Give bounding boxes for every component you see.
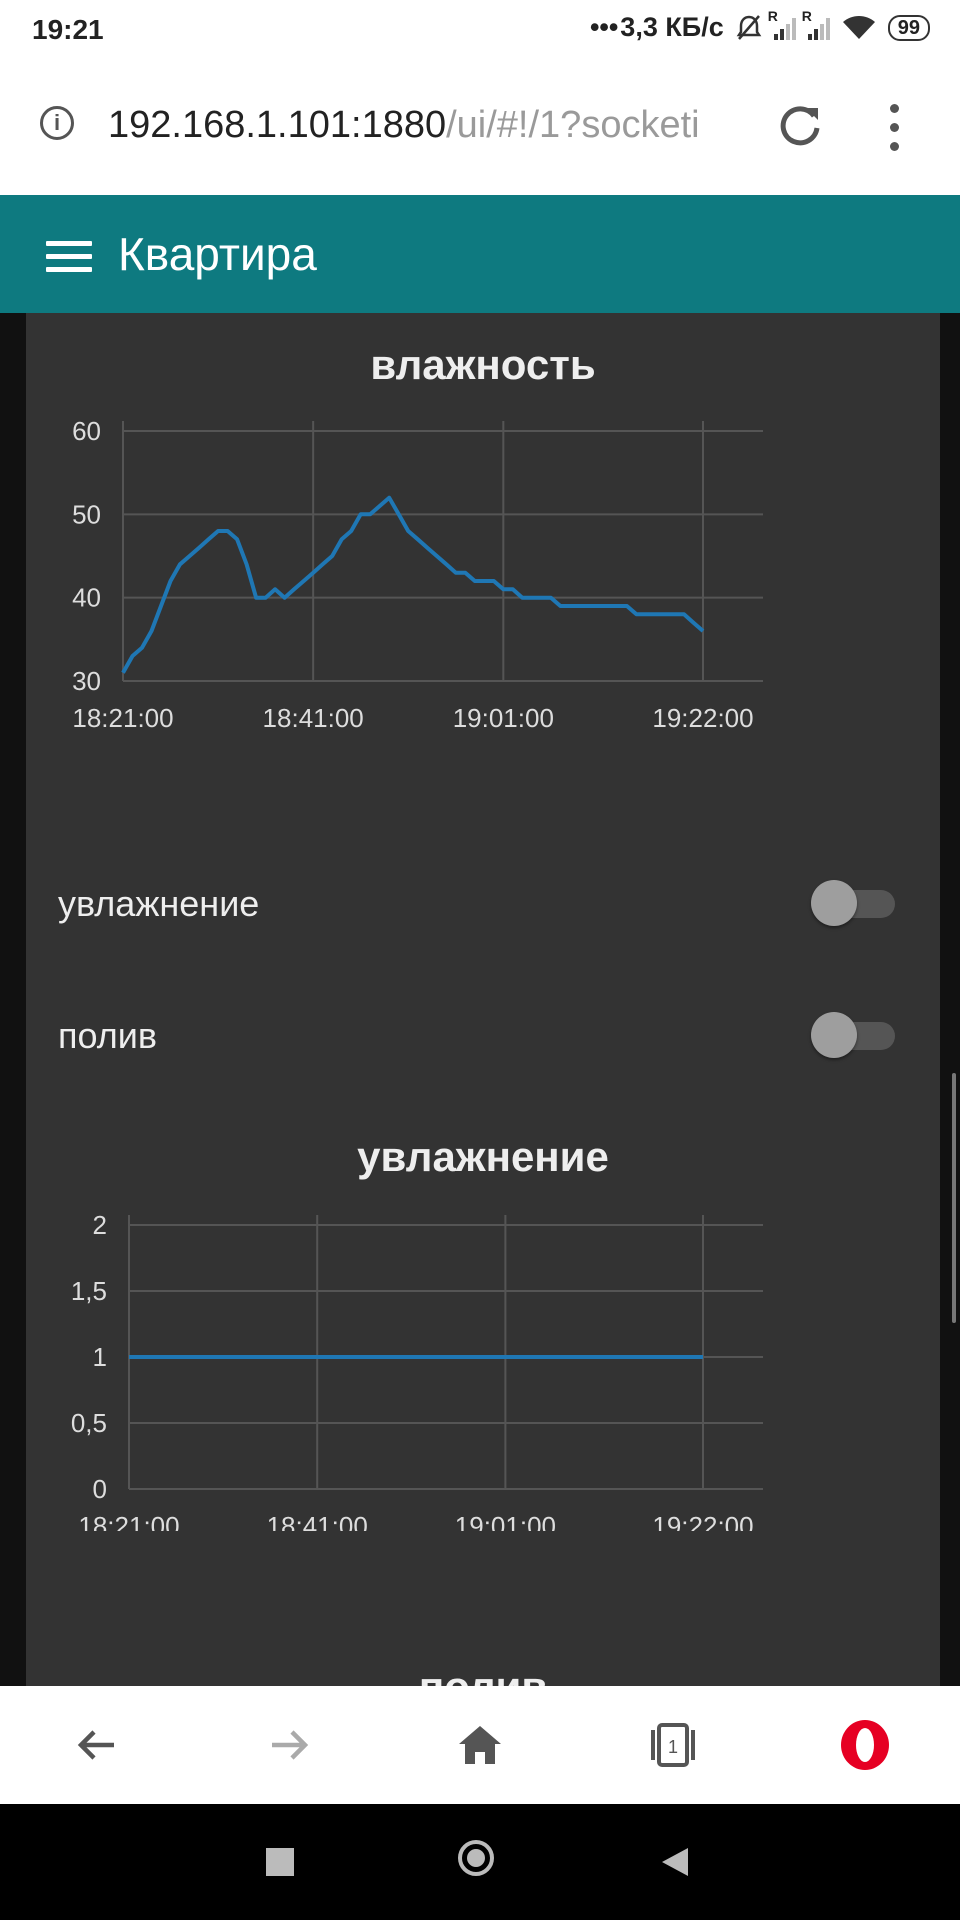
battery-icon: 99 bbox=[887, 14, 930, 41]
scrollbar[interactable] bbox=[952, 1073, 956, 1323]
humidity-chart-title: влажность bbox=[370, 341, 596, 388]
home-button-icon[interactable] bbox=[458, 1840, 494, 1876]
back-arrow-icon[interactable] bbox=[72, 1720, 122, 1770]
network-speed: 3,3 КБ/с bbox=[620, 12, 724, 42]
x-tick-label: 18:21:00 bbox=[72, 703, 173, 733]
recents-button-icon[interactable] bbox=[266, 1848, 294, 1876]
humidity-chart: 30 40 50 60 18:21:00 18:41:00 19:01:00 19:22:00 bbox=[72, 416, 763, 733]
y-tick-label: 60 bbox=[72, 416, 101, 446]
wifi-icon bbox=[842, 15, 875, 39]
x-tick-label: 19:01:00 bbox=[455, 1511, 556, 1531]
tabs-icon[interactable]: 1 bbox=[645, 1720, 701, 1770]
watering-toggle[interactable] bbox=[811, 1010, 895, 1058]
humidify-chart-title: увлажнение bbox=[357, 1133, 609, 1180]
back-button-icon[interactable] bbox=[660, 1846, 690, 1878]
y-tick-label: 1 bbox=[93, 1342, 107, 1372]
dashboard-card: влажность 30 40 50 60 18:21:00 18:41:00 19:01:… bbox=[26, 313, 940, 1686]
system-nav-bar bbox=[0, 1804, 960, 1920]
signal-icon: R bbox=[768, 8, 796, 40]
opera-logo-icon[interactable] bbox=[838, 1718, 892, 1772]
home-icon[interactable] bbox=[455, 1720, 505, 1770]
humidify-chart: 0 0,5 1 1,5 2 18:21:00 18:41:00 19:01:00 19:22:0… bbox=[71, 1210, 763, 1531]
svg-text:1: 1 bbox=[668, 1737, 678, 1757]
forward-arrow-icon[interactable] bbox=[264, 1720, 314, 1770]
series-line bbox=[121, 495, 705, 674]
status-time: 19:21 bbox=[32, 14, 104, 45]
y-tick-label: 0 bbox=[93, 1474, 107, 1504]
y-tick-label: 40 bbox=[72, 583, 101, 613]
x-tick-label: 19:22:00 bbox=[652, 703, 753, 733]
activity-dots-icon: ••• bbox=[589, 12, 619, 42]
y-tick-label: 2 bbox=[93, 1210, 107, 1240]
hamburger-menu-icon[interactable] bbox=[46, 241, 92, 280]
x-tick-label: 19:22:00 bbox=[652, 1511, 753, 1531]
watering-switch-label: полив bbox=[58, 1015, 157, 1056]
info-icon[interactable]: i bbox=[40, 106, 74, 140]
humidify-switch-label: увлажнение bbox=[58, 883, 260, 924]
watering-chart-title: полив bbox=[26, 1663, 940, 1686]
x-tick-label: 19:01:00 bbox=[453, 703, 554, 733]
dashboard-content[interactable]: влажность 30 40 50 60 18:21:00 18:41:00 19:01:… bbox=[0, 313, 960, 1686]
page-title: Квартира bbox=[118, 228, 317, 280]
reload-icon[interactable] bbox=[776, 102, 824, 150]
signal-icon-2: R bbox=[802, 8, 830, 40]
kebab-menu-icon[interactable] bbox=[890, 104, 902, 151]
app-header: Квартира bbox=[0, 195, 960, 313]
url-field[interactable]: 192.168.1.101:1880/ui/#!/1?socketi bbox=[108, 104, 748, 147]
browser-bottom-nav: 1 bbox=[0, 1686, 960, 1804]
y-tick-label: 30 bbox=[72, 666, 101, 696]
y-tick-label: 50 bbox=[72, 499, 101, 529]
bell-muted-icon bbox=[736, 14, 762, 40]
x-tick-label: 18:21:00 bbox=[78, 1511, 179, 1531]
y-tick-label: 1,5 bbox=[71, 1276, 107, 1306]
url-path: /ui/#!/1?socketi bbox=[446, 104, 700, 146]
x-tick-label: 18:41:00 bbox=[263, 703, 364, 733]
url-host: 192.168.1.101:1880 bbox=[108, 104, 447, 146]
browser-address-bar: i 192.168.1.101:1880/ui/#!/1?socketi bbox=[0, 60, 960, 195]
y-tick-label: 0,5 bbox=[71, 1408, 107, 1438]
status-bar: 19:21 ••• 3,3 КБ/с R R 99 bbox=[0, 0, 960, 60]
humidify-toggle[interactable] bbox=[811, 878, 895, 926]
x-tick-label: 18:41:00 bbox=[267, 1511, 368, 1531]
